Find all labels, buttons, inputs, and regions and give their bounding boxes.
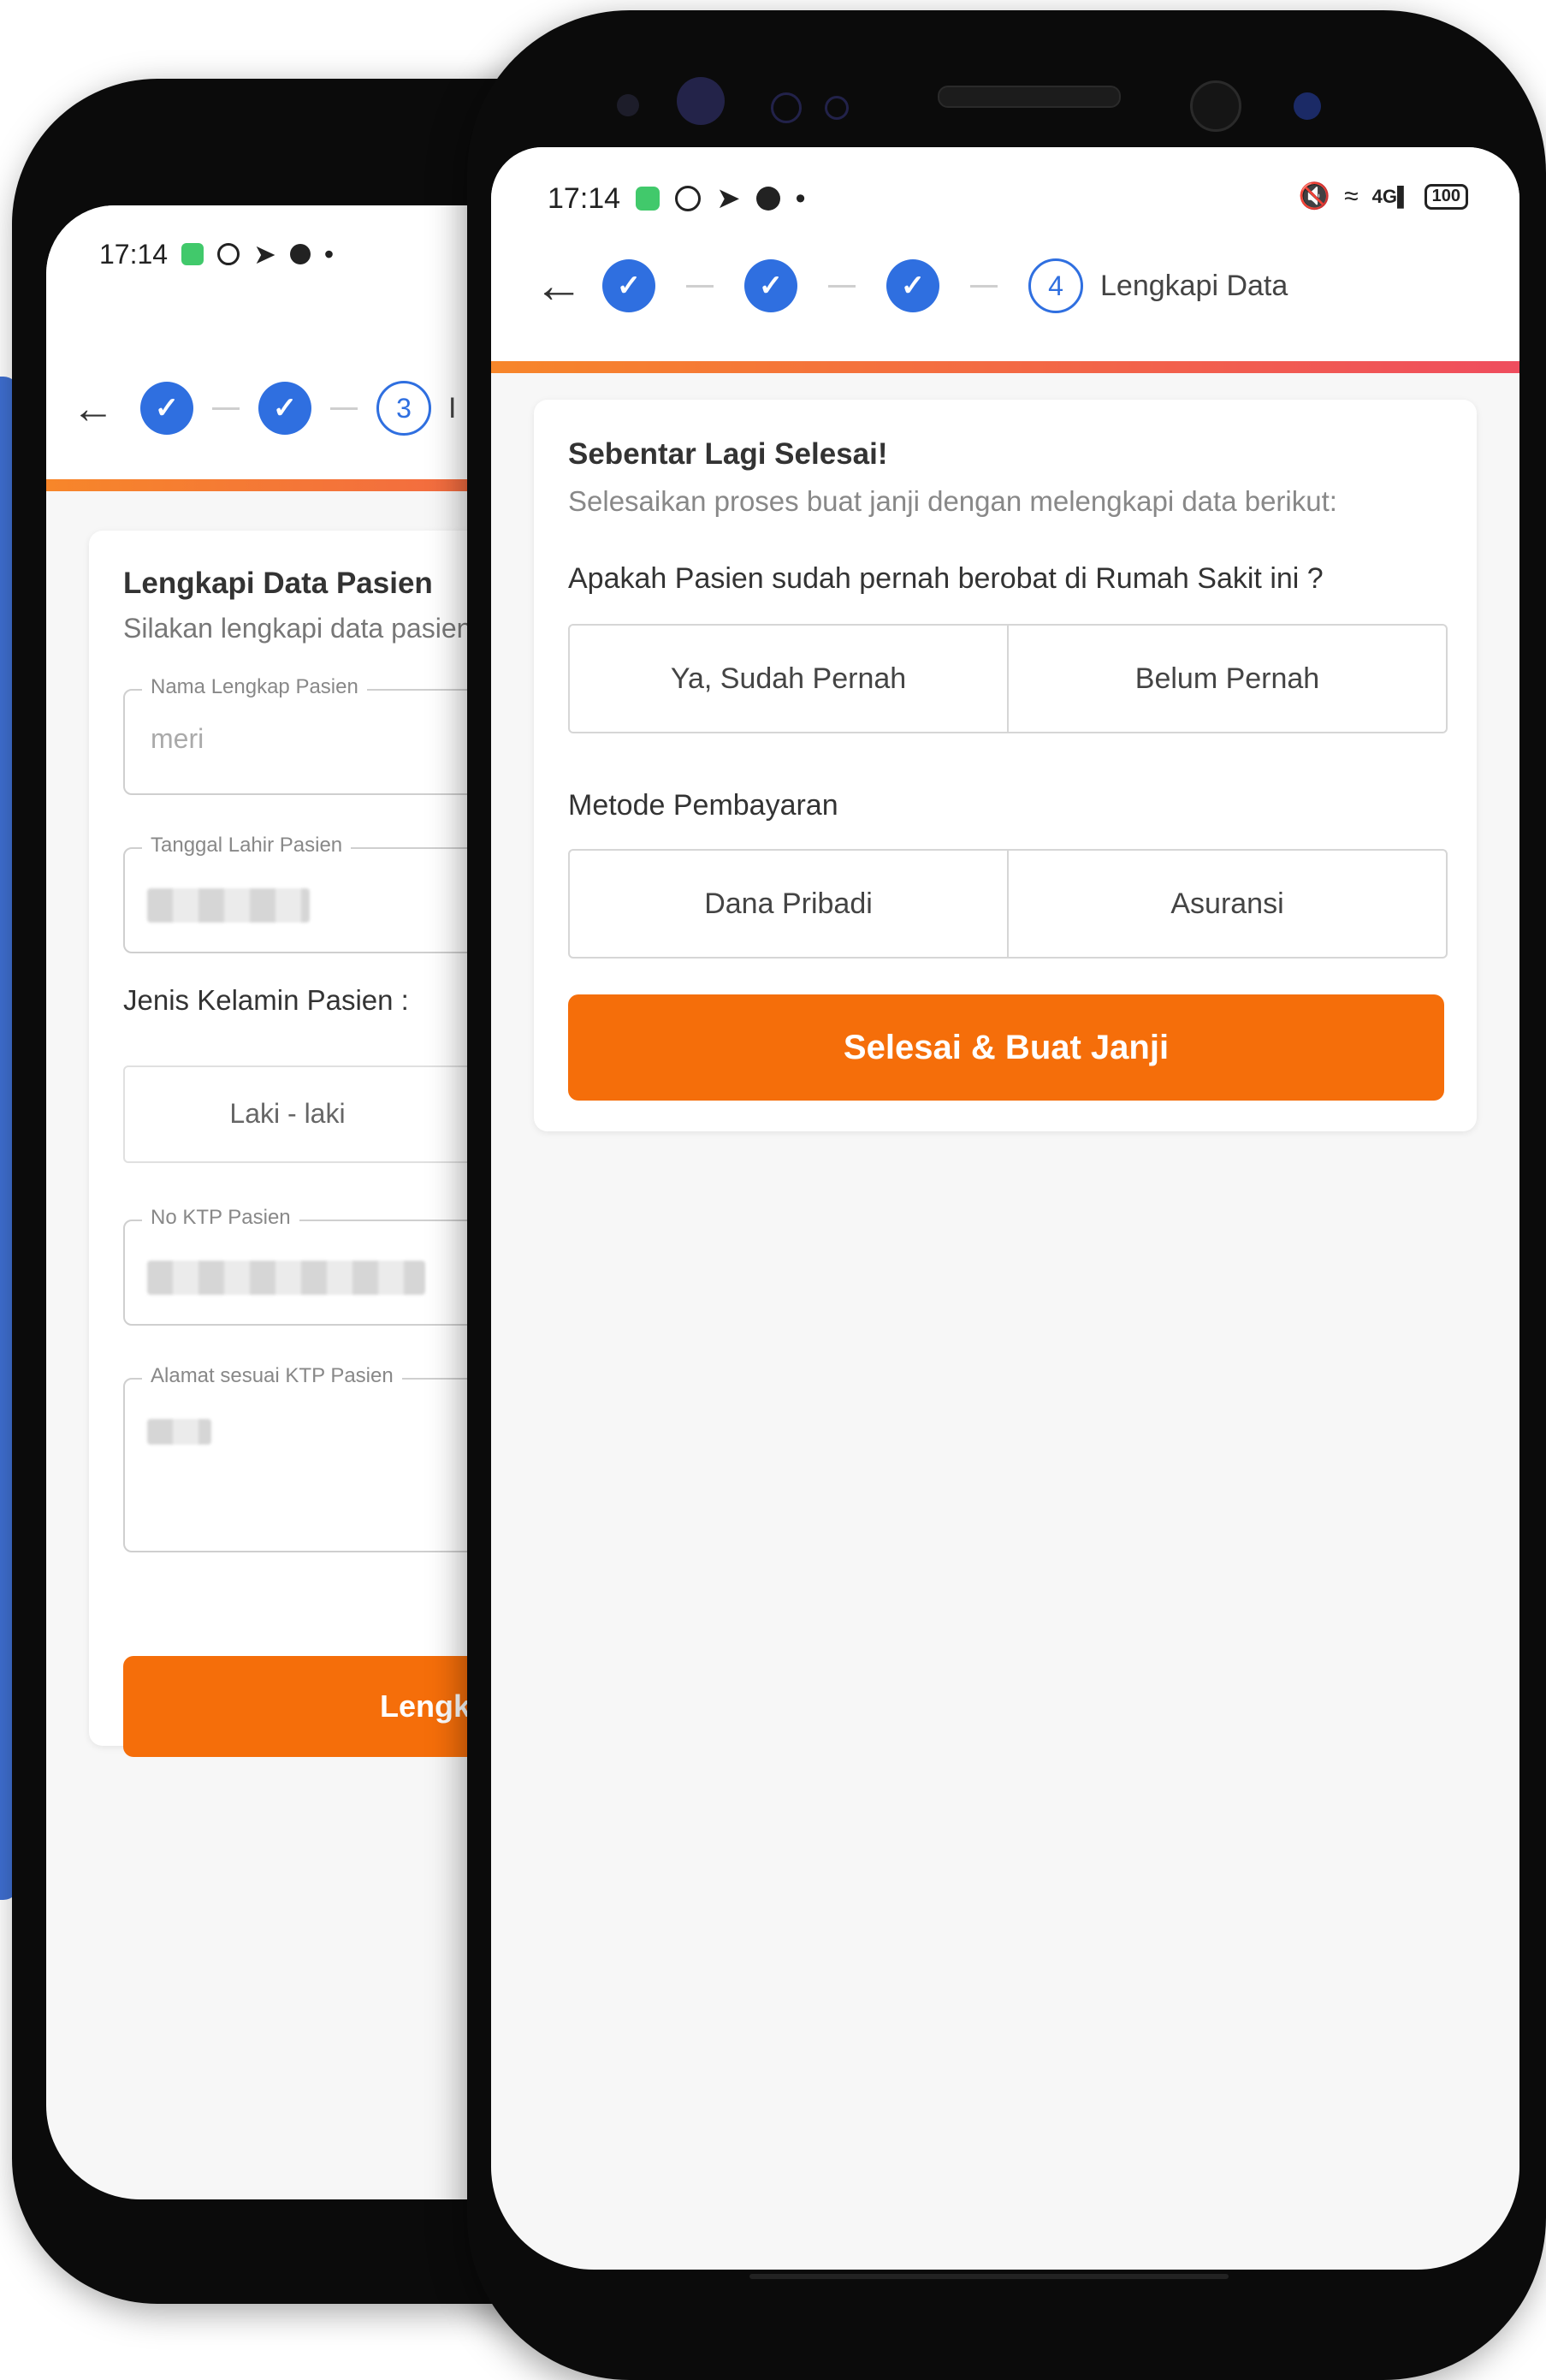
appointment-form-card: Sebentar Lagi Selesai! Selesaikan proses… — [534, 400, 1477, 1131]
status-time: 17:14 — [548, 181, 621, 215]
step-2-check-icon: ✓ — [744, 259, 797, 312]
step-4-label: Lengkapi Data — [1100, 269, 1288, 302]
step-connector — [828, 284, 856, 288]
back-step-1-check-icon: ✓ — [140, 382, 193, 435]
more-notifications-dot-icon: • — [795, 181, 806, 215]
battery-level: 100 — [1431, 187, 1460, 205]
payment-method-toggle: Dana Pribadi Asuransi — [568, 849, 1448, 959]
step-4-indicator: 4 — [1028, 258, 1083, 313]
ktp-redacted-value — [147, 1261, 425, 1295]
back-app-notification-icon — [181, 243, 204, 265]
gender-option-male[interactable]: Laki - laki — [125, 1098, 450, 1130]
step-connector — [970, 284, 998, 288]
visit-history-toggle: Ya, Sudah Pernah Belum Pernah — [568, 624, 1448, 733]
back-step-connector — [330, 407, 358, 410]
chat-icon — [755, 187, 780, 211]
step-3-check-icon: ✓ — [886, 259, 939, 312]
back-card-title: Lengkapi Data Pasien — [123, 567, 433, 600]
back-arrow-icon[interactable]: ← — [72, 383, 140, 433]
cellular-signal-icon: 4G ▌ — [1371, 185, 1411, 207]
whatsapp-icon — [675, 186, 702, 211]
home-indicator — [749, 2274, 1229, 2279]
vibrate-mute-icon: 🔇 — [1298, 182, 1331, 211]
status-icons-right: 🔇 ≈ 4G ▌ 100 — [1299, 181, 1468, 211]
back-card-subtitle: Silakan lengkapi data pasien — [123, 613, 472, 644]
step-1-check-icon: ✓ — [602, 259, 655, 312]
dob-field-label: Tanggal Lahir Pasien — [142, 834, 352, 858]
back-step-connector — [212, 407, 240, 410]
back-step-3-indicator: 3 — [376, 381, 431, 436]
proximity-sensor — [1190, 80, 1241, 132]
option-never-visited-button[interactable]: Belum Pernah — [1007, 626, 1446, 732]
card-title: Sebentar Lagi Selesai! — [568, 437, 888, 471]
finish-and-book-button[interactable]: Selesai & Buat Janji — [568, 994, 1444, 1101]
back-stepper: ← ✓ ✓ 3 I — [72, 381, 456, 436]
back-whatsapp-icon — [217, 243, 240, 265]
back-arrow-icon[interactable]: ← — [534, 261, 602, 311]
back-status-bar: 17:14 ➤ • — [99, 238, 334, 270]
address-redacted-value — [147, 1419, 211, 1445]
payment-method-label: Metode Pembayaran — [568, 789, 838, 822]
status-bar: 17:14 ➤ • — [548, 181, 806, 216]
front-camera-lens — [677, 77, 725, 125]
card-subtitle: Selesaikan proses buat janji dengan mele… — [568, 485, 1337, 517]
back-step-2-check-icon: ✓ — [258, 382, 311, 435]
option-yes-visited-button[interactable]: Ya, Sudah Pernah — [570, 626, 1007, 732]
battery-icon: 100 — [1424, 183, 1468, 210]
step-connector — [686, 284, 714, 288]
app-notification-icon — [636, 187, 660, 211]
ktp-field-label: No KTP Pasien — [142, 1206, 299, 1230]
front-camera-secondary — [1294, 92, 1321, 120]
back-more-dot-icon: • — [323, 238, 335, 270]
telegram-icon: ➤ — [716, 182, 741, 215]
top-app-bar: 17:14 ➤ • 🔇 ≈ 4G ▌ 100 ← ✓ ✓ ✓ 4 Lengkap… — [491, 147, 1519, 361]
back-status-time: 17:14 — [99, 238, 169, 270]
progress-stepper: ← ✓ ✓ ✓ 4 Lengkapi Data — [534, 258, 1288, 313]
visit-history-question: Apakah Pasien sudah pernah berobat di Ru… — [568, 562, 1324, 595]
back-step-3-label: I — [448, 391, 457, 424]
name-field-label: Nama Lengkap Pasien — [142, 675, 367, 699]
front-phone-screen: 17:14 ➤ • 🔇 ≈ 4G ▌ 100 ← ✓ ✓ ✓ 4 Lengkap… — [491, 147, 1519, 2270]
name-field-value: meri — [151, 723, 204, 754]
address-field-label: Alamat sesuai KTP Pasien — [142, 1364, 402, 1388]
network-type: 4G — [1371, 185, 1398, 207]
earpiece-speaker — [938, 86, 1121, 108]
payment-personal-button[interactable]: Dana Pribadi — [570, 851, 1007, 957]
sensor-dot — [617, 94, 639, 116]
gender-label: Jenis Kelamin Pasien : — [123, 984, 409, 1016]
wifi-icon: ≈ — [1344, 181, 1359, 211]
progress-gradient-bar — [491, 361, 1519, 373]
dob-redacted-value — [147, 888, 310, 923]
sensor-dot — [825, 96, 849, 120]
payment-insurance-button[interactable]: Asuransi — [1007, 851, 1446, 957]
front-phone-frame: 17:14 ➤ • 🔇 ≈ 4G ▌ 100 ← ✓ ✓ ✓ 4 Lengkap… — [467, 10, 1546, 2380]
back-chat-icon — [289, 244, 311, 264]
back-telegram-icon: ➤ — [253, 239, 276, 270]
sensor-dot — [771, 92, 802, 123]
